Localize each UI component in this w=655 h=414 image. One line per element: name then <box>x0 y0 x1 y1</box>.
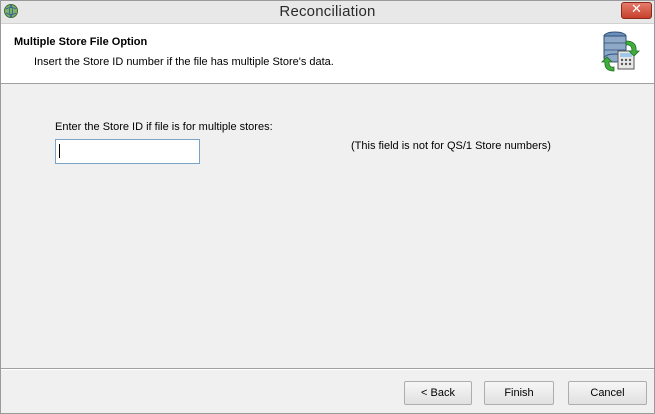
close-button[interactable]: ✕ <box>621 2 652 19</box>
wizard-header: Multiple Store File Option Insert the St… <box>1 24 654 84</box>
store-id-note: (This field is not for QS/1 Store number… <box>351 140 551 152</box>
store-id-label: Enter the Store ID if file is for multip… <box>55 121 273 133</box>
back-button[interactable]: < Back <box>404 381 472 405</box>
text-caret <box>59 144 60 158</box>
header-title: Multiple Store File Option <box>14 36 148 48</box>
reconciliation-window: Reconciliation ✕ Multiple Store File Opt… <box>0 0 655 414</box>
footer-divider <box>1 368 654 370</box>
store-id-input[interactable] <box>55 139 200 164</box>
header-subtitle: Insert the Store ID number if the file h… <box>34 56 334 68</box>
finish-button[interactable]: Finish <box>484 381 554 405</box>
window-title: Reconciliation <box>279 3 376 20</box>
close-icon: ✕ <box>631 2 642 17</box>
title-bar[interactable]: Reconciliation ✕ <box>1 1 654 24</box>
cancel-button[interactable]: Cancel <box>568 381 647 405</box>
database-sync-icon <box>600 29 640 75</box>
